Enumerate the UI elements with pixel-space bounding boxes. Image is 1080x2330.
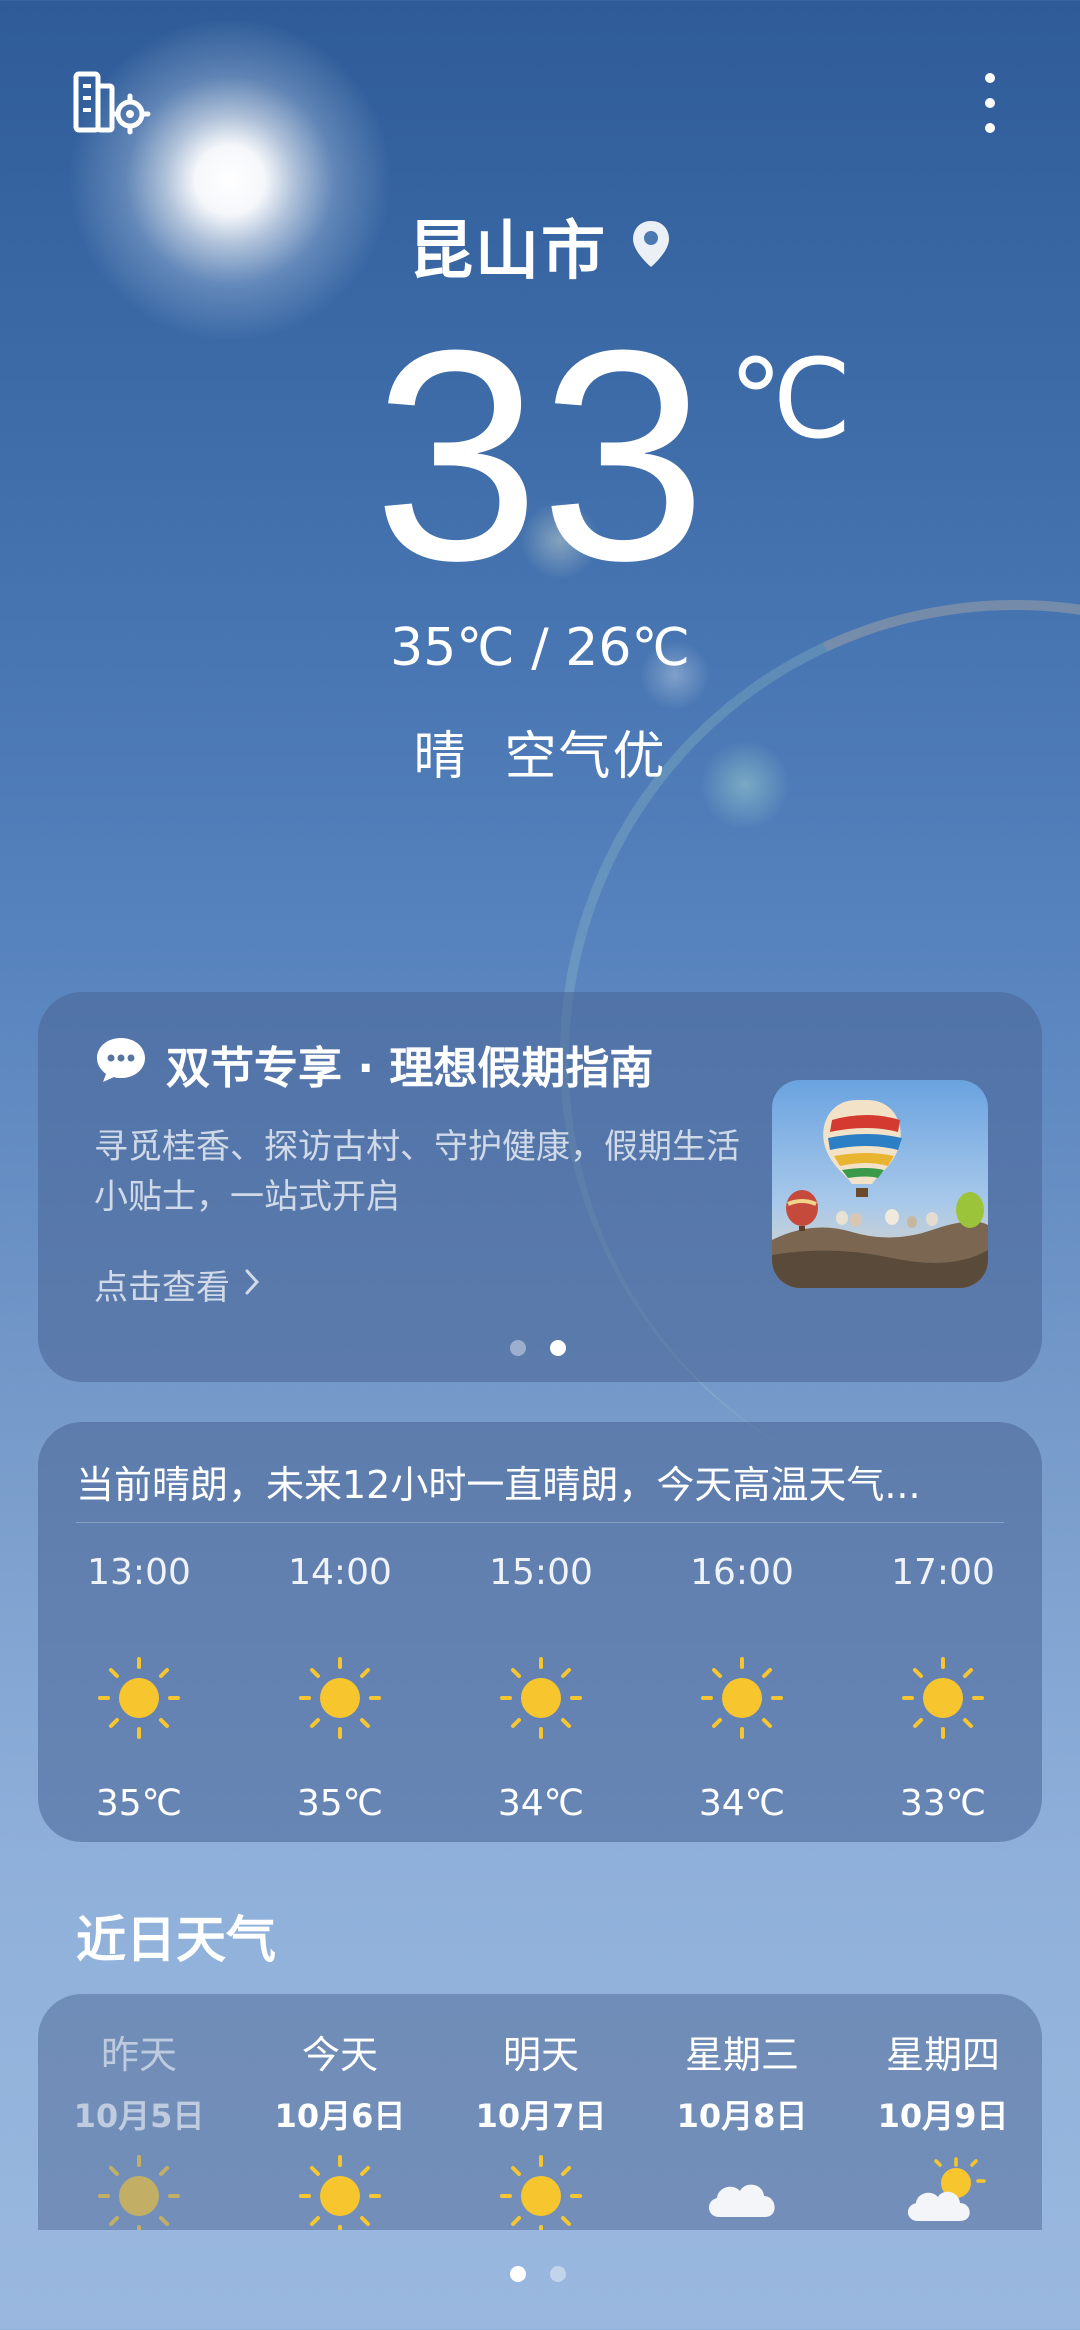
hot-air-balloon-image[interactable] [772,1080,988,1288]
city-manage-icon[interactable] [72,68,152,138]
hour-temperature: 33℃ [899,1783,987,1824]
hour-temperature: 34℃ [698,1783,786,1824]
sunny-icon [843,1653,1043,1743]
hour-time: 13:00 [87,1552,191,1593]
current-temperature-block: 33 ℃ [0,305,1080,605]
sunny-icon [441,1653,641,1743]
day-item[interactable]: 昨天 10月5日 [39,2024,239,2230]
city-name: 昆山市 [409,215,607,289]
sunny-icon [441,2151,641,2230]
day-date: 10月7日 [475,2097,607,2135]
page-dot[interactable] [550,2266,566,2282]
current-temperature: 33 ℃ [373,305,852,605]
day-item[interactable]: 今天 10月6日 [240,2024,440,2230]
promo-link-label: 点击查看 [94,1268,230,1308]
hourly-forecast-card[interactable]: 当前晴朗，未来12小时一直晴朗，今天高温天气... 13:00 35℃ 14:0… [38,1422,1042,1842]
hour-item: 14:00 35℃ [240,1552,440,1824]
promo-view-link[interactable]: 点击查看 [94,1260,260,1309]
hour-time: 17:00 [891,1552,995,1593]
day-name: 星期三 [684,2033,799,2077]
hourly-summary: 当前晴朗，未来12小时一直晴朗，今天高温天气... [76,1463,921,1507]
location-pin-icon [631,219,671,273]
temperature-value: 33 [373,287,707,623]
promo-description: 寻觅桂香、探访古村、守护健康，假期生活小贴士，一站式开启 [94,1127,740,1217]
promo-pager [510,1340,566,1356]
promo-pager-dot-active[interactable] [550,1340,566,1356]
hour-item: 15:00 34℃ [441,1552,641,1824]
hour-time: 16:00 [690,1552,794,1593]
temperature-range: 35℃ / 26℃ [390,618,690,678]
temperature-unit: ℃ [728,338,852,461]
day-date: 10月8日 [676,2097,808,2135]
hour-temperature: 34℃ [497,1783,585,1824]
hour-item: 17:00 33℃ [843,1552,1043,1824]
day-date: 10月6日 [274,2097,406,2135]
hour-item: 16:00 34℃ [642,1552,842,1824]
cloudy-icon [642,2151,842,2230]
sunny-icon [39,2151,239,2230]
promo-title-row: 双节专享 · 理想假期指南 [94,1032,653,1096]
day-name: 明天 [502,2033,579,2077]
hour-temperature: 35℃ [296,1783,384,1824]
hour-time: 15:00 [489,1552,593,1593]
day-item[interactable]: 星期四 10月9日 [843,2024,1042,2230]
more-menu-icon[interactable] [974,70,1006,136]
day-item[interactable]: 明天 10月7日 [441,2024,641,2230]
sunny-icon [240,2151,440,2230]
sunny-icon [240,1653,440,1743]
page-indicator [510,2266,566,2282]
weather-condition: 晴 空气优 [413,727,667,787]
daily-forecast-card[interactable]: 昨天 10月5日 今天 10月6日 明天 10月7日 星期三 10月8日 星期四… [38,1994,1042,2230]
hour-item: 13:00 35℃ [39,1552,239,1824]
partly-cloudy-icon [843,2151,1042,2230]
day-name: 星期四 [885,2033,1000,2077]
promo-pager-dot[interactable] [510,1340,526,1356]
hour-temperature: 35℃ [95,1783,183,1824]
day-date: 10月5日 [73,2097,205,2135]
location-header[interactable]: 昆山市 [0,200,1080,292]
promo-card[interactable]: 双节专享 · 理想假期指南 寻觅桂香、探访古村、守护健康，假期生活小贴士，一站式… [38,992,1042,1382]
divider [76,1522,1004,1523]
daily-forecast-title: 近日天气 [76,1911,276,1969]
day-name: 今天 [301,2033,378,2077]
hour-time: 14:00 [288,1552,392,1593]
day-date: 10月9日 [877,2097,1009,2135]
chat-bubble-icon [94,1034,148,1095]
day-item[interactable]: 星期三 10月8日 [642,2024,842,2230]
chevron-right-icon [244,1265,260,1305]
page-dot-active[interactable] [510,2266,526,2282]
sunny-icon [642,1653,842,1743]
promo-title: 双节专享 · 理想假期指南 [166,1043,654,1094]
sunny-icon [39,1653,239,1743]
day-name: 昨天 [100,2033,177,2077]
